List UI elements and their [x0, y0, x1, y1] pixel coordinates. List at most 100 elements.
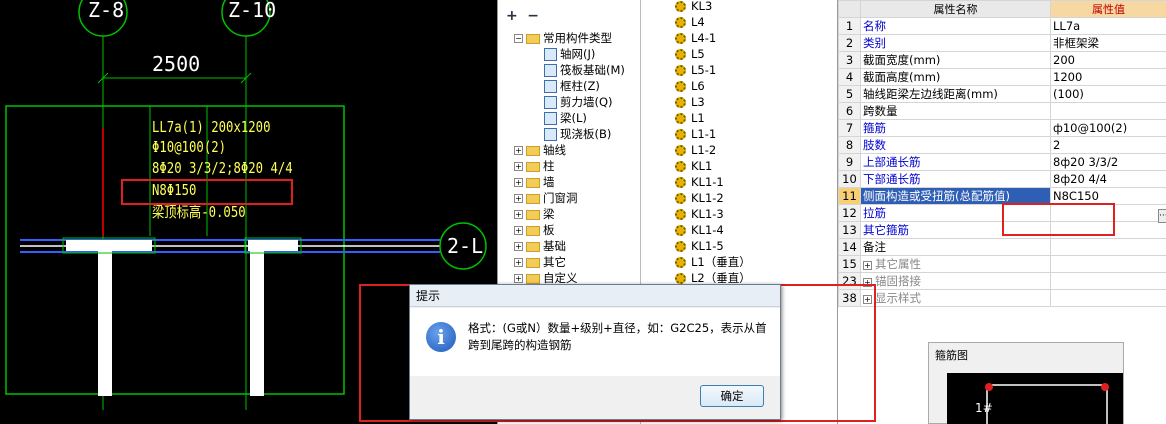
expand-icon[interactable]: + — [863, 261, 872, 270]
property-value[interactable] — [1050, 255, 1166, 273]
collapse-all-button[interactable]: − — [527, 8, 539, 24]
beam-list-item[interactable]: KL1-3 — [675, 206, 724, 222]
beam-list-item[interactable]: L4-1 — [675, 30, 716, 46]
gear-icon — [675, 273, 686, 284]
beam-list-item[interactable]: KL3 — [675, 0, 712, 14]
beam-list-item[interactable]: L6 — [675, 78, 705, 94]
property-value[interactable]: 非框架梁 — [1050, 34, 1166, 52]
property-value[interactable]: 1200 — [1050, 68, 1166, 86]
beam-list-item[interactable]: L3 — [675, 94, 705, 110]
property-name: 轴线距梁左边线距离(mm) — [860, 85, 1051, 103]
shear-wall-icon — [544, 96, 557, 109]
stirrup-title: 箍筋图 — [935, 349, 968, 362]
property-value[interactable]: 8ф20 4/4 — [1050, 170, 1166, 188]
property-value[interactable]: 2 — [1050, 136, 1166, 154]
expand-icon[interactable]: + — [514, 162, 523, 171]
property-value[interactable]: ф10@100(2) — [1050, 119, 1166, 137]
more-button[interactable]: ··· — [1158, 209, 1166, 223]
expand-icon[interactable]: + — [514, 210, 523, 219]
row-number: 4 — [838, 68, 861, 86]
prompt-dialog[interactable]: 提示 i 格式：(G或N）数量+级别+直径，如：G2C25，表示从首跨到尾跨的构… — [409, 284, 781, 420]
tree-group[interactable]: + 基础 — [514, 238, 566, 254]
tree-group[interactable]: + 轴线 — [514, 142, 566, 158]
beam-list-item[interactable]: KL1-1 — [675, 174, 724, 190]
collapse-icon[interactable]: − — [514, 34, 523, 43]
expand-icon[interactable]: + — [514, 258, 523, 267]
expand-icon[interactable]: + — [514, 178, 523, 187]
gear-icon — [675, 209, 686, 220]
property-name: 名称 — [860, 17, 1051, 35]
property-row[interactable]: 4 截面高度(mm) 1200 — [838, 68, 1166, 86]
property-value[interactable]: 8ф20 3/3/2 — [1050, 153, 1166, 171]
property-row[interactable]: 2 类别 非框架梁 — [838, 34, 1166, 52]
tree-group[interactable]: + 梁 — [514, 206, 555, 222]
tree-group[interactable]: + 板 — [514, 222, 555, 238]
folder-icon — [526, 161, 540, 172]
tree-item-grid[interactable]: 轴网(J) — [544, 46, 595, 62]
property-row[interactable]: 11 侧面构造或受扭筋(总配筋值) N8C150 — [838, 187, 1166, 205]
property-row[interactable]: 1 名称 LL7a — [838, 17, 1166, 35]
property-value[interactable]: (100) — [1050, 85, 1166, 103]
beam-list-item[interactable]: L1-1 — [675, 126, 716, 142]
beam-list-item[interactable]: KL1-5 — [675, 238, 724, 254]
beam-list-item[interactable]: KL1-4 — [675, 222, 724, 238]
property-row[interactable]: 23 + 锚固搭接 — [838, 272, 1166, 290]
property-row[interactable]: 5 轴线距梁左边线距离(mm) (100) — [838, 85, 1166, 103]
property-value[interactable] — [1050, 289, 1166, 307]
axis-label-side: 2-L — [447, 234, 484, 258]
tree-item-column[interactable]: 框柱(Z) — [544, 78, 600, 94]
tree-group[interactable]: + 柱 — [514, 158, 555, 174]
property-panel[interactable]: 属性名称 属性值 1 名称 LL7a 2 类别 非框架梁 3 截面宽度(mm) 200 4 截面高度… — [837, 0, 1166, 424]
ok-button[interactable]: 确定 — [700, 385, 764, 407]
property-value[interactable] — [1050, 102, 1166, 120]
property-row[interactable]: 3 截面宽度(mm) 200 — [838, 51, 1166, 69]
row-number: 2 — [838, 34, 861, 52]
gear-icon — [675, 81, 686, 92]
beam-list-item[interactable]: KL1-2 — [675, 190, 724, 206]
tree-item-slab[interactable]: 现浇板(B) — [544, 126, 611, 142]
beam-list-item[interactable]: L1（垂直） — [675, 254, 751, 270]
property-row[interactable]: 14 备注 — [838, 238, 1166, 256]
beam-list-item[interactable]: KL1 — [675, 158, 712, 174]
beam-label-line-3: 8Φ20 3/3/2;8Φ20 4/4 — [152, 159, 293, 177]
property-value[interactable]: 200 — [1050, 51, 1166, 69]
beam-list-item[interactable]: L1-2 — [675, 142, 716, 158]
beam-list-item[interactable]: L5 — [675, 46, 705, 62]
beam-list-item[interactable]: L4 — [675, 14, 705, 30]
expand-icon[interactable]: + — [514, 194, 523, 203]
tree-root[interactable]: − 常用构件类型 — [514, 30, 612, 46]
expand-all-button[interactable]: + — [506, 8, 518, 24]
tree-item-shear-wall[interactable]: 剪力墙(Q) — [544, 94, 613, 110]
gear-icon — [675, 129, 686, 140]
property-value[interactable]: N8C150 — [1050, 187, 1166, 205]
property-value[interactable] — [1050, 272, 1166, 290]
property-row[interactable]: 38 + 显示样式 — [838, 289, 1166, 307]
tree-group[interactable]: + 墙 — [514, 174, 555, 190]
property-name: 箍筋 — [860, 119, 1051, 137]
raft-foundation-icon — [544, 64, 557, 77]
property-row[interactable]: 8 肢数 2 — [838, 136, 1166, 154]
beam-list-item[interactable]: L5-1 — [675, 62, 716, 78]
property-value[interactable]: LL7a — [1050, 17, 1166, 35]
tree-group[interactable]: + 门窗洞 — [514, 190, 578, 206]
property-name: + 显示样式 — [860, 289, 1051, 307]
property-row[interactable]: 7 箍筋 ф10@100(2) — [838, 119, 1166, 137]
row-number: 14 — [838, 238, 861, 256]
property-row[interactable]: 9 上部通长筋 8ф20 3/3/2 — [838, 153, 1166, 171]
expand-icon[interactable]: + — [514, 274, 523, 283]
tree-group[interactable]: + 其它 — [514, 254, 566, 270]
tree-item-raft[interactable]: 筏板基础(M) — [544, 62, 625, 78]
expand-icon[interactable]: + — [514, 226, 523, 235]
beam-list-item[interactable]: L1 — [675, 110, 705, 126]
expand-icon[interactable]: + — [514, 146, 523, 155]
folder-icon — [526, 145, 540, 156]
property-value[interactable] — [1050, 238, 1166, 256]
axis-label-left: Z-8 — [88, 0, 125, 22]
tree-item-beam[interactable]: 梁(L) — [544, 110, 587, 126]
property-row[interactable]: 6 跨数量 — [838, 102, 1166, 120]
row-number: 5 — [838, 85, 861, 103]
expand-icon[interactable]: + — [514, 242, 523, 251]
property-row[interactable]: 15 + 其它属性 — [838, 255, 1166, 273]
header-value: 属性值 — [1050, 0, 1166, 18]
property-row[interactable]: 10 下部通长筋 8ф20 4/4 — [838, 170, 1166, 188]
